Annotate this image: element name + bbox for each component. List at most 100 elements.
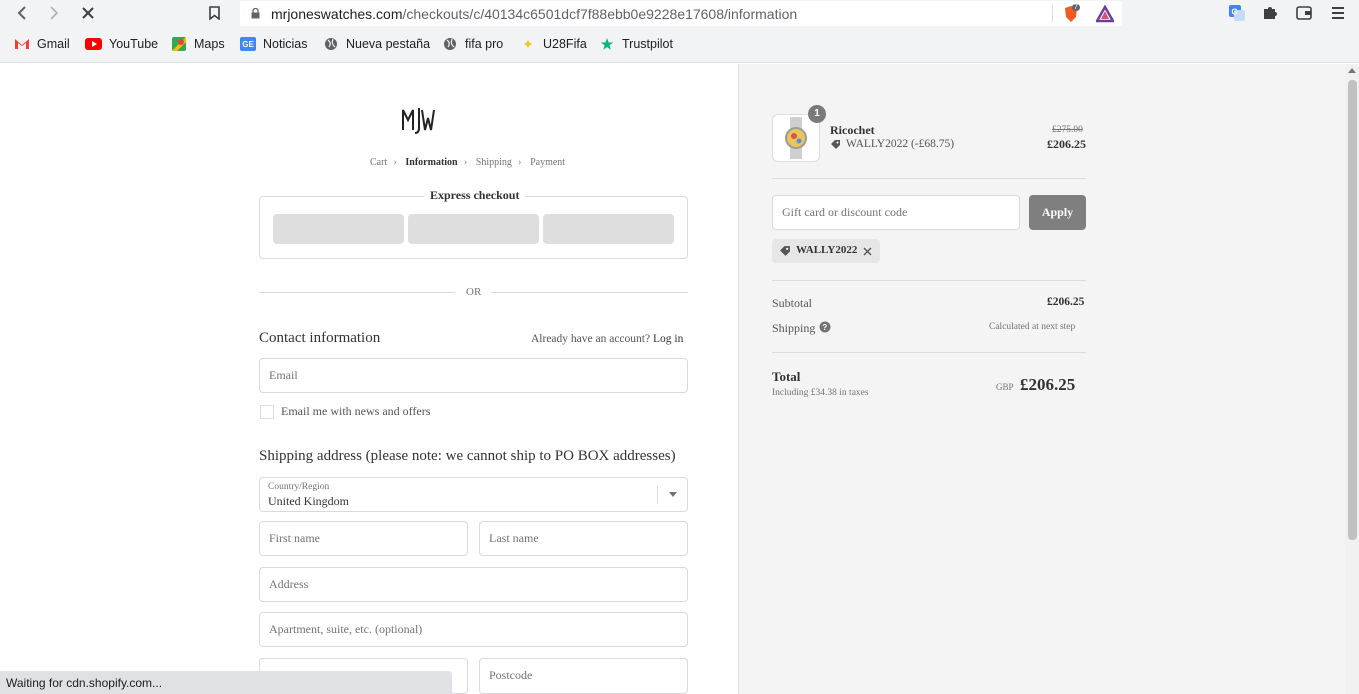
or-separator: OR	[466, 286, 482, 298]
country-label: Country/Region	[268, 482, 330, 492]
country-value: United Kingdom	[268, 494, 349, 508]
shipping-value: Calculated at next step	[989, 322, 1076, 332]
star-icon: ★	[600, 35, 614, 52]
currency-code: GBP	[996, 382, 1014, 392]
apply-button[interactable]: Apply	[1029, 195, 1086, 230]
bookmark-label: U28Fifa	[543, 37, 587, 51]
quantity-badge: 1	[808, 105, 826, 123]
menu-icon[interactable]	[1330, 4, 1348, 22]
wallet-icon[interactable]	[1295, 4, 1313, 22]
newsletter-checkbox[interactable]	[260, 405, 274, 419]
bookmark-label: Noticias	[263, 37, 308, 51]
breadcrumb: Cart › Information › Shipping › Payment	[370, 156, 571, 168]
bookmark-label: Trustpilot	[622, 37, 673, 51]
tag-icon	[831, 139, 840, 149]
bookmark-label: Gmail	[37, 37, 70, 51]
address-bar[interactable]: mrjoneswatches.com/checkouts/c/40134c650…	[240, 1, 1122, 26]
extensions-puzzle-icon[interactable]	[1261, 4, 1279, 22]
applied-discount-tag: WALLY2022	[772, 239, 880, 263]
product-name: Ricochet	[830, 123, 875, 137]
divider	[1052, 5, 1053, 22]
forward-icon[interactable]	[44, 4, 64, 22]
chevron-down-icon	[669, 492, 677, 497]
tag-icon	[780, 246, 790, 256]
product-discount-text: WALLY2022 (-£68.75)	[846, 138, 955, 150]
checkout-page: Cart › Information › Shipping › Payment Exp…	[0, 64, 1359, 694]
divider	[772, 280, 1086, 281]
shield-count-badge: 7	[1072, 4, 1080, 11]
lock-icon	[251, 8, 260, 19]
back-icon[interactable]	[12, 4, 32, 22]
newsletter-label: Email me with news and offers	[281, 404, 431, 418]
applied-code: WALLY2022	[796, 244, 858, 256]
brave-shield-icon[interactable]: 7	[1062, 4, 1080, 23]
chevron-right-icon: ›	[517, 156, 522, 168]
bookmark-nueva-pestana[interactable]: Nueva pestaña	[323, 37, 430, 51]
breadcrumb-shipping: Shipping	[475, 157, 512, 168]
close-icon[interactable]	[863, 247, 872, 256]
bookmark-fifa-pro[interactable]: fifa pro	[442, 37, 503, 51]
chevron-right-icon: ›	[463, 156, 468, 168]
discount-code-input[interactable]: Gift card or discount code	[772, 195, 1020, 230]
total-value: £206.25	[1020, 375, 1076, 394]
item-price: £206.25	[1047, 137, 1086, 151]
express-checkout-title: Express checkout	[424, 188, 526, 203]
stop-loading-icon[interactable]	[78, 4, 98, 22]
divider	[657, 486, 658, 504]
browser-toolbar: mrjoneswatches.com/checkouts/c/40134c650…	[0, 0, 1359, 27]
shipping-label: Shipping	[772, 321, 816, 335]
maps-icon	[171, 37, 187, 51]
breadcrumb-information: Information	[405, 157, 458, 168]
original-price: £275.00	[1052, 125, 1083, 135]
u28-icon: ✦	[523, 38, 533, 51]
scrollbar-thumb[interactable]	[1348, 80, 1357, 540]
url-text: mrjoneswatches.com/checkouts/c/40134c650…	[271, 6, 798, 22]
country-select[interactable]: Country/Region United Kingdom	[259, 477, 688, 512]
address-field[interactable]: Address	[259, 567, 688, 602]
email-field[interactable]: Email	[259, 358, 688, 393]
bookmark-noticias[interactable]: GE Noticias	[240, 37, 307, 51]
breadcrumb-cart[interactable]: Cart	[370, 157, 387, 168]
shipping-heading: Shipping address (please note: we cannot…	[259, 448, 676, 464]
product-discount: WALLY2022 (-£68.75)	[830, 138, 954, 150]
bookmark-gmail[interactable]: Gmail	[14, 37, 70, 51]
divider	[772, 352, 1086, 353]
store-logo[interactable]	[400, 104, 436, 136]
chevron-right-icon: ›	[393, 156, 397, 168]
account-prompt: Already have an account? Log in	[531, 333, 683, 345]
bookmark-icon[interactable]	[204, 4, 224, 22]
postcode-field[interactable]: Postcode	[479, 658, 688, 694]
scroll-up-icon[interactable]	[1348, 68, 1356, 73]
bookmark-trustpilot[interactable]: ★ Trustpilot	[599, 35, 673, 52]
express-pay-button-2[interactable]	[408, 214, 539, 244]
page-scrollbar[interactable]	[1345, 64, 1359, 694]
translate-icon[interactable]: G	[1228, 4, 1246, 22]
bookmark-label: fifa pro	[465, 37, 504, 51]
login-link[interactable]: Log in	[653, 333, 683, 345]
help-icon[interactable]: ?	[819, 321, 831, 333]
last-name-field[interactable]: Last name	[479, 521, 688, 556]
express-checkout-box	[259, 196, 688, 259]
apartment-field[interactable]: Apartment, suite, etc. (optional)	[259, 612, 688, 647]
tax-note: Including £34.38 in taxes	[772, 388, 869, 398]
first-name-field[interactable]: First name	[259, 521, 468, 556]
bookmark-youtube[interactable]: YouTube	[85, 37, 158, 51]
bookmark-maps[interactable]: Maps	[171, 37, 225, 51]
bookmark-u28fifa[interactable]: ✦ U28Fifa	[520, 37, 587, 51]
bookmark-label: YouTube	[109, 37, 159, 51]
svg-text:?: ?	[822, 323, 827, 332]
total-label: Total	[772, 369, 801, 384]
contact-heading: Contact information	[259, 330, 381, 346]
divider	[259, 292, 455, 293]
youtube-icon	[85, 38, 102, 50]
svg-text:G: G	[1232, 8, 1238, 17]
bookmark-label: Nueva pestaña	[346, 37, 431, 51]
express-pay-button-3[interactable]	[543, 214, 674, 244]
express-pay-button-1[interactable]	[273, 214, 404, 244]
bookmarks-bar: Gmail YouTube Maps GE Noticias Nueva pes…	[0, 27, 1359, 63]
divider	[772, 178, 1086, 179]
globe-icon	[323, 37, 339, 51]
breadcrumb-payment: Payment	[530, 157, 566, 168]
gmail-icon	[14, 37, 30, 51]
brave-rewards-icon[interactable]	[1094, 4, 1116, 23]
